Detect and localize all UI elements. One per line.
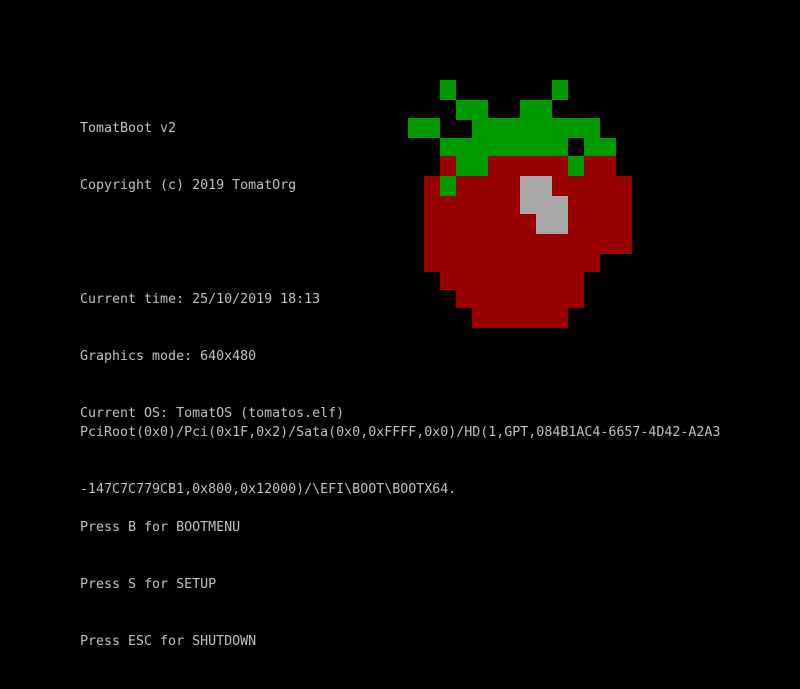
device-path: PciRoot(0x0)/Pci(0x1F,0x2)/Sata(0x0,0xFF… bbox=[80, 385, 720, 537]
current-time: Current time: 25/10/2019 18:13 bbox=[80, 292, 321, 307]
graphics-mode: Graphics mode: 640x480 bbox=[80, 349, 257, 364]
device-path-line: -147C7C779CB1,0x800,0x12000)/\EFI\BOOT\B… bbox=[80, 482, 457, 497]
tomato-logo-icon bbox=[408, 80, 632, 328]
copyright-text: Copyright (c) 2019 TomatOrg bbox=[80, 178, 297, 193]
bootloader-title: TomatBoot v2 bbox=[80, 121, 177, 136]
setup-hint: Press S for SETUP bbox=[80, 577, 217, 592]
boot-screen: TomatBoot v2 Copyright (c) 2019 TomatOrg… bbox=[0, 0, 800, 649]
device-path-line: PciRoot(0x0)/Pci(0x1F,0x2)/Sata(0x0,0xFF… bbox=[80, 425, 721, 440]
shutdown-hint: Press ESC for SHUTDOWN bbox=[80, 634, 257, 649]
